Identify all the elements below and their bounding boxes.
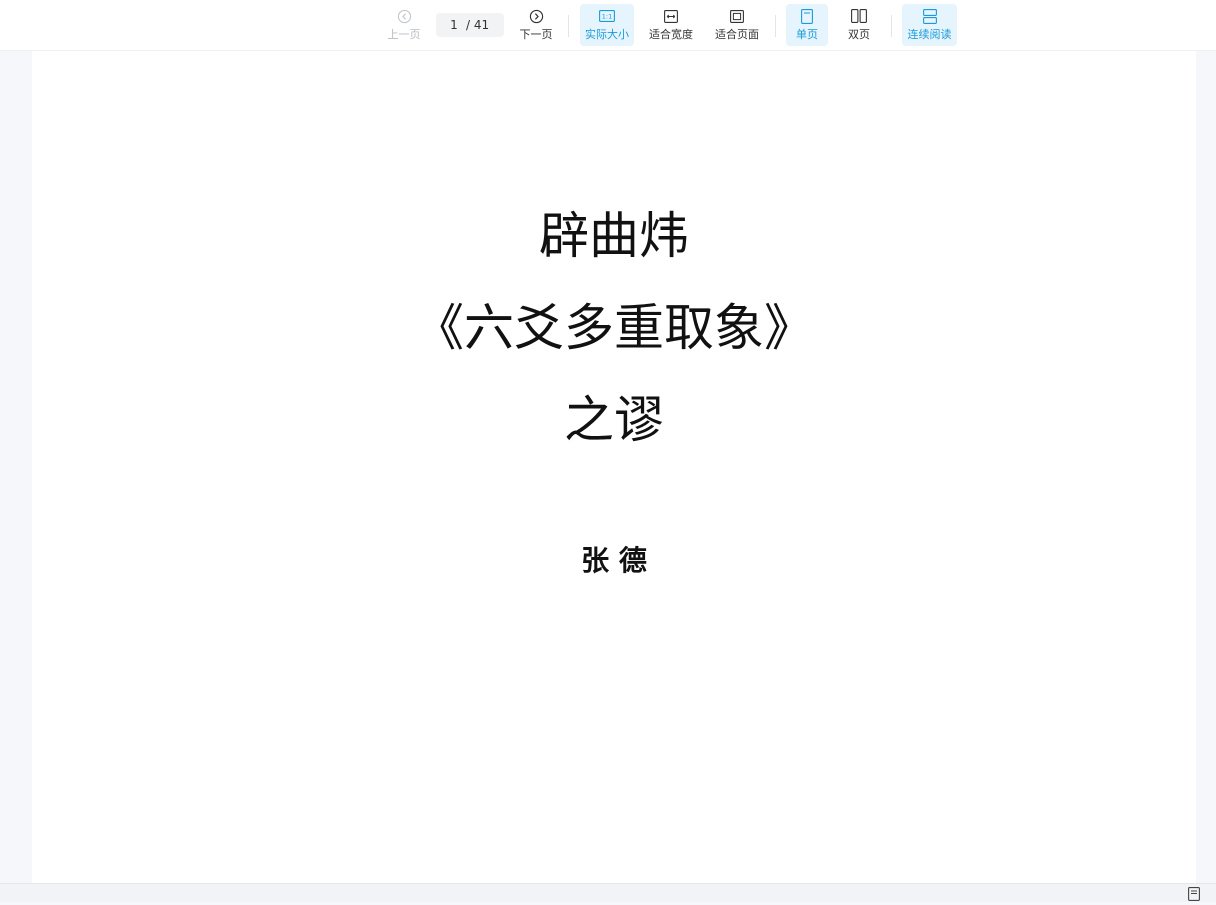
actual-size-button[interactable]: 1:1 实际大小: [580, 4, 634, 46]
fit-page-label: 适合页面: [715, 28, 759, 41]
actual-size-label: 实际大小: [585, 28, 629, 41]
document-title-line-2: 《六爻多重取象》: [414, 299, 814, 357]
document-page: 辟曲炜 《六爻多重取象》 之谬 张 德: [32, 51, 1196, 883]
single-page-button[interactable]: 单页: [786, 4, 828, 46]
continuous-scroll-icon: [922, 8, 938, 24]
document-author: 张 德: [581, 544, 647, 577]
document-title-line-3: 之谬: [564, 391, 664, 449]
continuous-reading-button[interactable]: 连续阅读: [902, 4, 957, 46]
page-view-icon[interactable]: [1188, 886, 1200, 901]
prev-page-button[interactable]: 上一页: [382, 4, 426, 46]
toolbar-divider: [568, 15, 569, 37]
actual-size-icon-text: 1:1: [602, 13, 612, 21]
fit-width-label: 适合宽度: [649, 28, 693, 41]
continuous-reading-label: 连续阅读: [907, 28, 952, 41]
next-page-label: 下一页: [519, 28, 553, 41]
toolbar-divider: [891, 15, 892, 37]
document-title-line-1: 辟曲炜: [539, 207, 689, 265]
single-page-icon: [799, 8, 815, 24]
double-page-button[interactable]: 双页: [838, 4, 880, 46]
page-indicator: 1 / 41: [436, 13, 504, 37]
double-page-icon: [851, 8, 867, 24]
double-page-label: 双页: [848, 28, 870, 41]
next-page-button[interactable]: 下一页: [514, 4, 558, 46]
chevron-left-circle-icon: [396, 8, 412, 24]
toolbar-divider: [775, 15, 776, 37]
fit-page-button[interactable]: 适合页面: [710, 4, 764, 46]
prev-page-label: 上一页: [387, 28, 421, 41]
page-total: / 41: [466, 18, 490, 32]
fit-width-button[interactable]: 适合宽度: [644, 4, 698, 46]
viewer-right-margin: [1196, 51, 1216, 883]
actual-size-icon: 1:1: [599, 8, 615, 24]
chevron-right-circle-icon: [528, 8, 544, 24]
viewer-toolbar: 上一页 1 / 41 下一页 1:1 实际大小 适合宽度 适合页面 单页 双页 …: [0, 0, 1216, 51]
single-page-label: 单页: [796, 28, 818, 41]
fit-page-icon: [729, 8, 745, 24]
status-bar: [0, 883, 1216, 902]
fit-width-icon: [663, 8, 679, 24]
